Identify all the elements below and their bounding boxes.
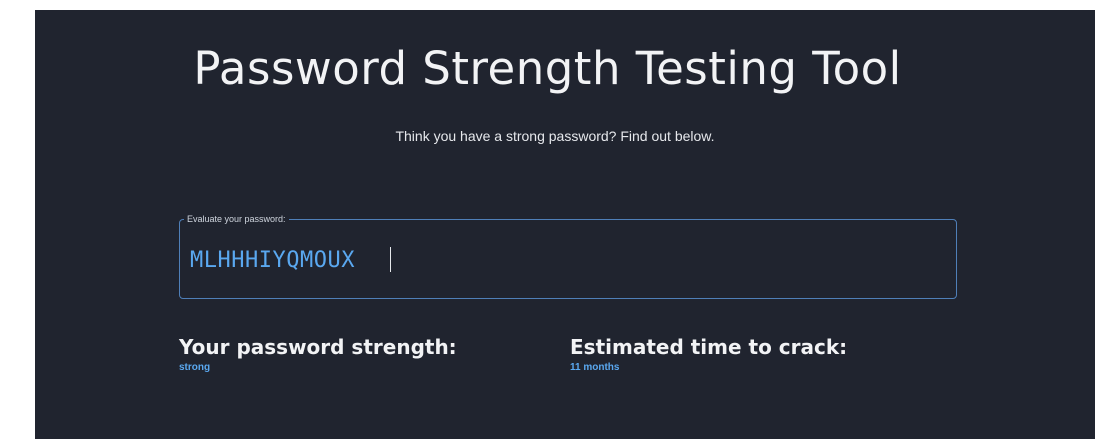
text-caret xyxy=(390,247,391,272)
page-title: Password Strength Testing Tool xyxy=(193,42,902,95)
strength-label: Your password strength: xyxy=(179,335,457,359)
crack-time-label: Estimated time to crack: xyxy=(570,335,848,359)
page-subtitle: Think you have a strong password? Find o… xyxy=(395,128,715,144)
crack-time-value: 11 months xyxy=(570,362,620,373)
password-input[interactable] xyxy=(190,242,930,278)
password-field-legend: Evaluate your password: xyxy=(184,213,289,225)
password-field[interactable]: Evaluate your password: xyxy=(179,213,957,299)
strength-value: strong xyxy=(179,362,211,373)
